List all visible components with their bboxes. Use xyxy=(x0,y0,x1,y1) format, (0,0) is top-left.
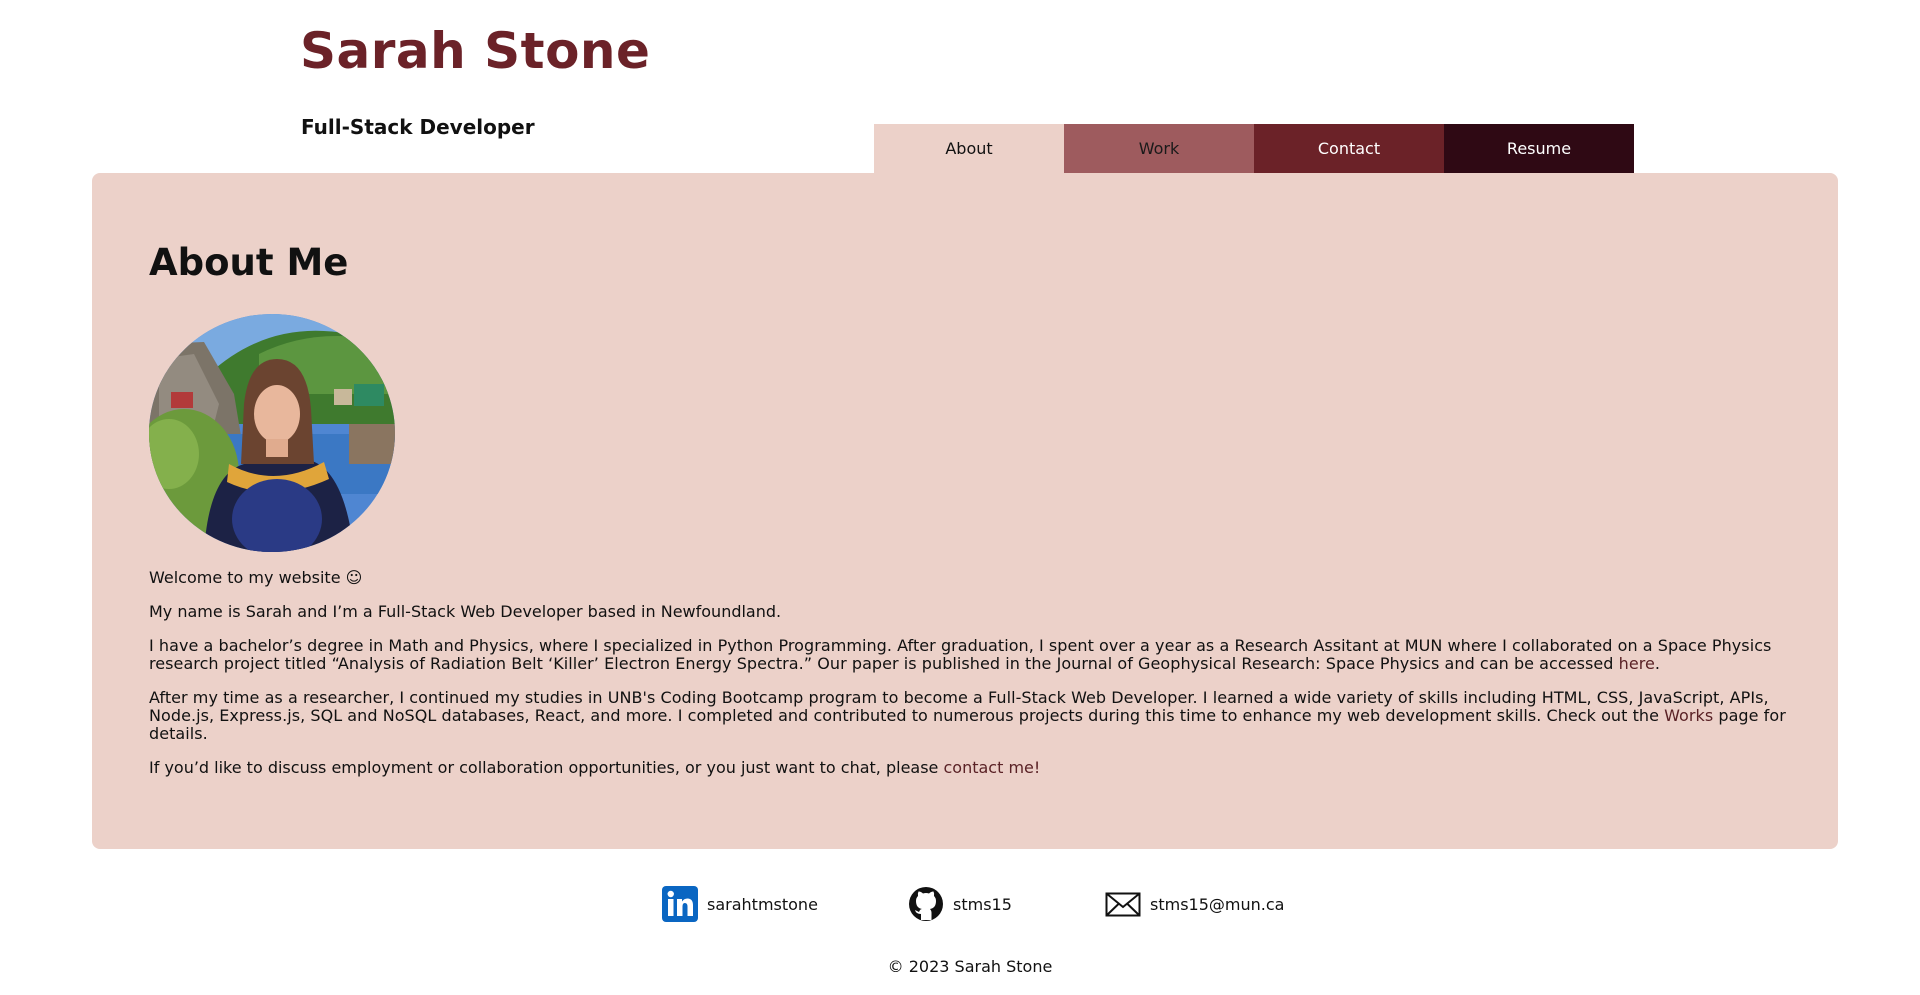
linkedin-link[interactable]: sarahtmstone xyxy=(662,886,818,922)
works-link[interactable]: Works xyxy=(1664,706,1713,725)
main-nav: About Work Contact Resume xyxy=(874,124,1634,173)
about-panel: About Me Welcome to my website ☺ My name… xyxy=(92,173,1838,849)
site-title: Sarah Stone xyxy=(300,22,651,80)
contact-paragraph: If you’d like to discuss employment or c… xyxy=(149,759,1789,777)
tab-work[interactable]: Work xyxy=(1064,124,1254,173)
about-text: Welcome to my website ☺ My name is Sarah… xyxy=(149,569,1789,793)
education-text: I have a bachelor’s degree in Math and P… xyxy=(149,636,1772,673)
contact-text: If you’d like to discuss employment or c… xyxy=(149,758,944,777)
tab-about[interactable]: About xyxy=(874,124,1064,173)
bootcamp-text: After my time as a researcher, I continu… xyxy=(149,688,1769,725)
github-icon xyxy=(909,887,943,921)
linkedin-icon xyxy=(662,886,698,922)
portrait-photo xyxy=(149,314,395,552)
linkedin-label: sarahtmstone xyxy=(707,894,818,914)
education-end: . xyxy=(1654,654,1661,673)
email-link[interactable]: stms15@mun.ca xyxy=(1105,886,1284,922)
bootcamp-paragraph: After my time as a researcher, I continu… xyxy=(149,689,1789,743)
paper-link[interactable]: here xyxy=(1619,654,1655,673)
mail-icon xyxy=(1105,892,1141,917)
contact-link[interactable]: contact me! xyxy=(943,758,1040,777)
welcome-text: Welcome to my website ☺ xyxy=(149,568,363,587)
github-link[interactable]: stms15 xyxy=(908,886,1012,922)
intro-text: My name is Sarah and I’m a Full-Stack We… xyxy=(149,602,782,621)
tab-contact[interactable]: Contact xyxy=(1254,124,1444,173)
education-paragraph: I have a bachelor’s degree in Math and P… xyxy=(149,637,1789,673)
social-links: sarahtmstone stms15 stms15@mun.ca xyxy=(0,886,1920,922)
copyright: © 2023 Sarah Stone xyxy=(887,957,1053,976)
github-label: stms15 xyxy=(953,894,1012,914)
about-heading: About Me xyxy=(149,241,349,284)
site-subtitle: Full-Stack Developer xyxy=(301,115,535,139)
tab-resume[interactable]: Resume xyxy=(1444,124,1634,173)
email-label: stms15@mun.ca xyxy=(1150,894,1285,914)
